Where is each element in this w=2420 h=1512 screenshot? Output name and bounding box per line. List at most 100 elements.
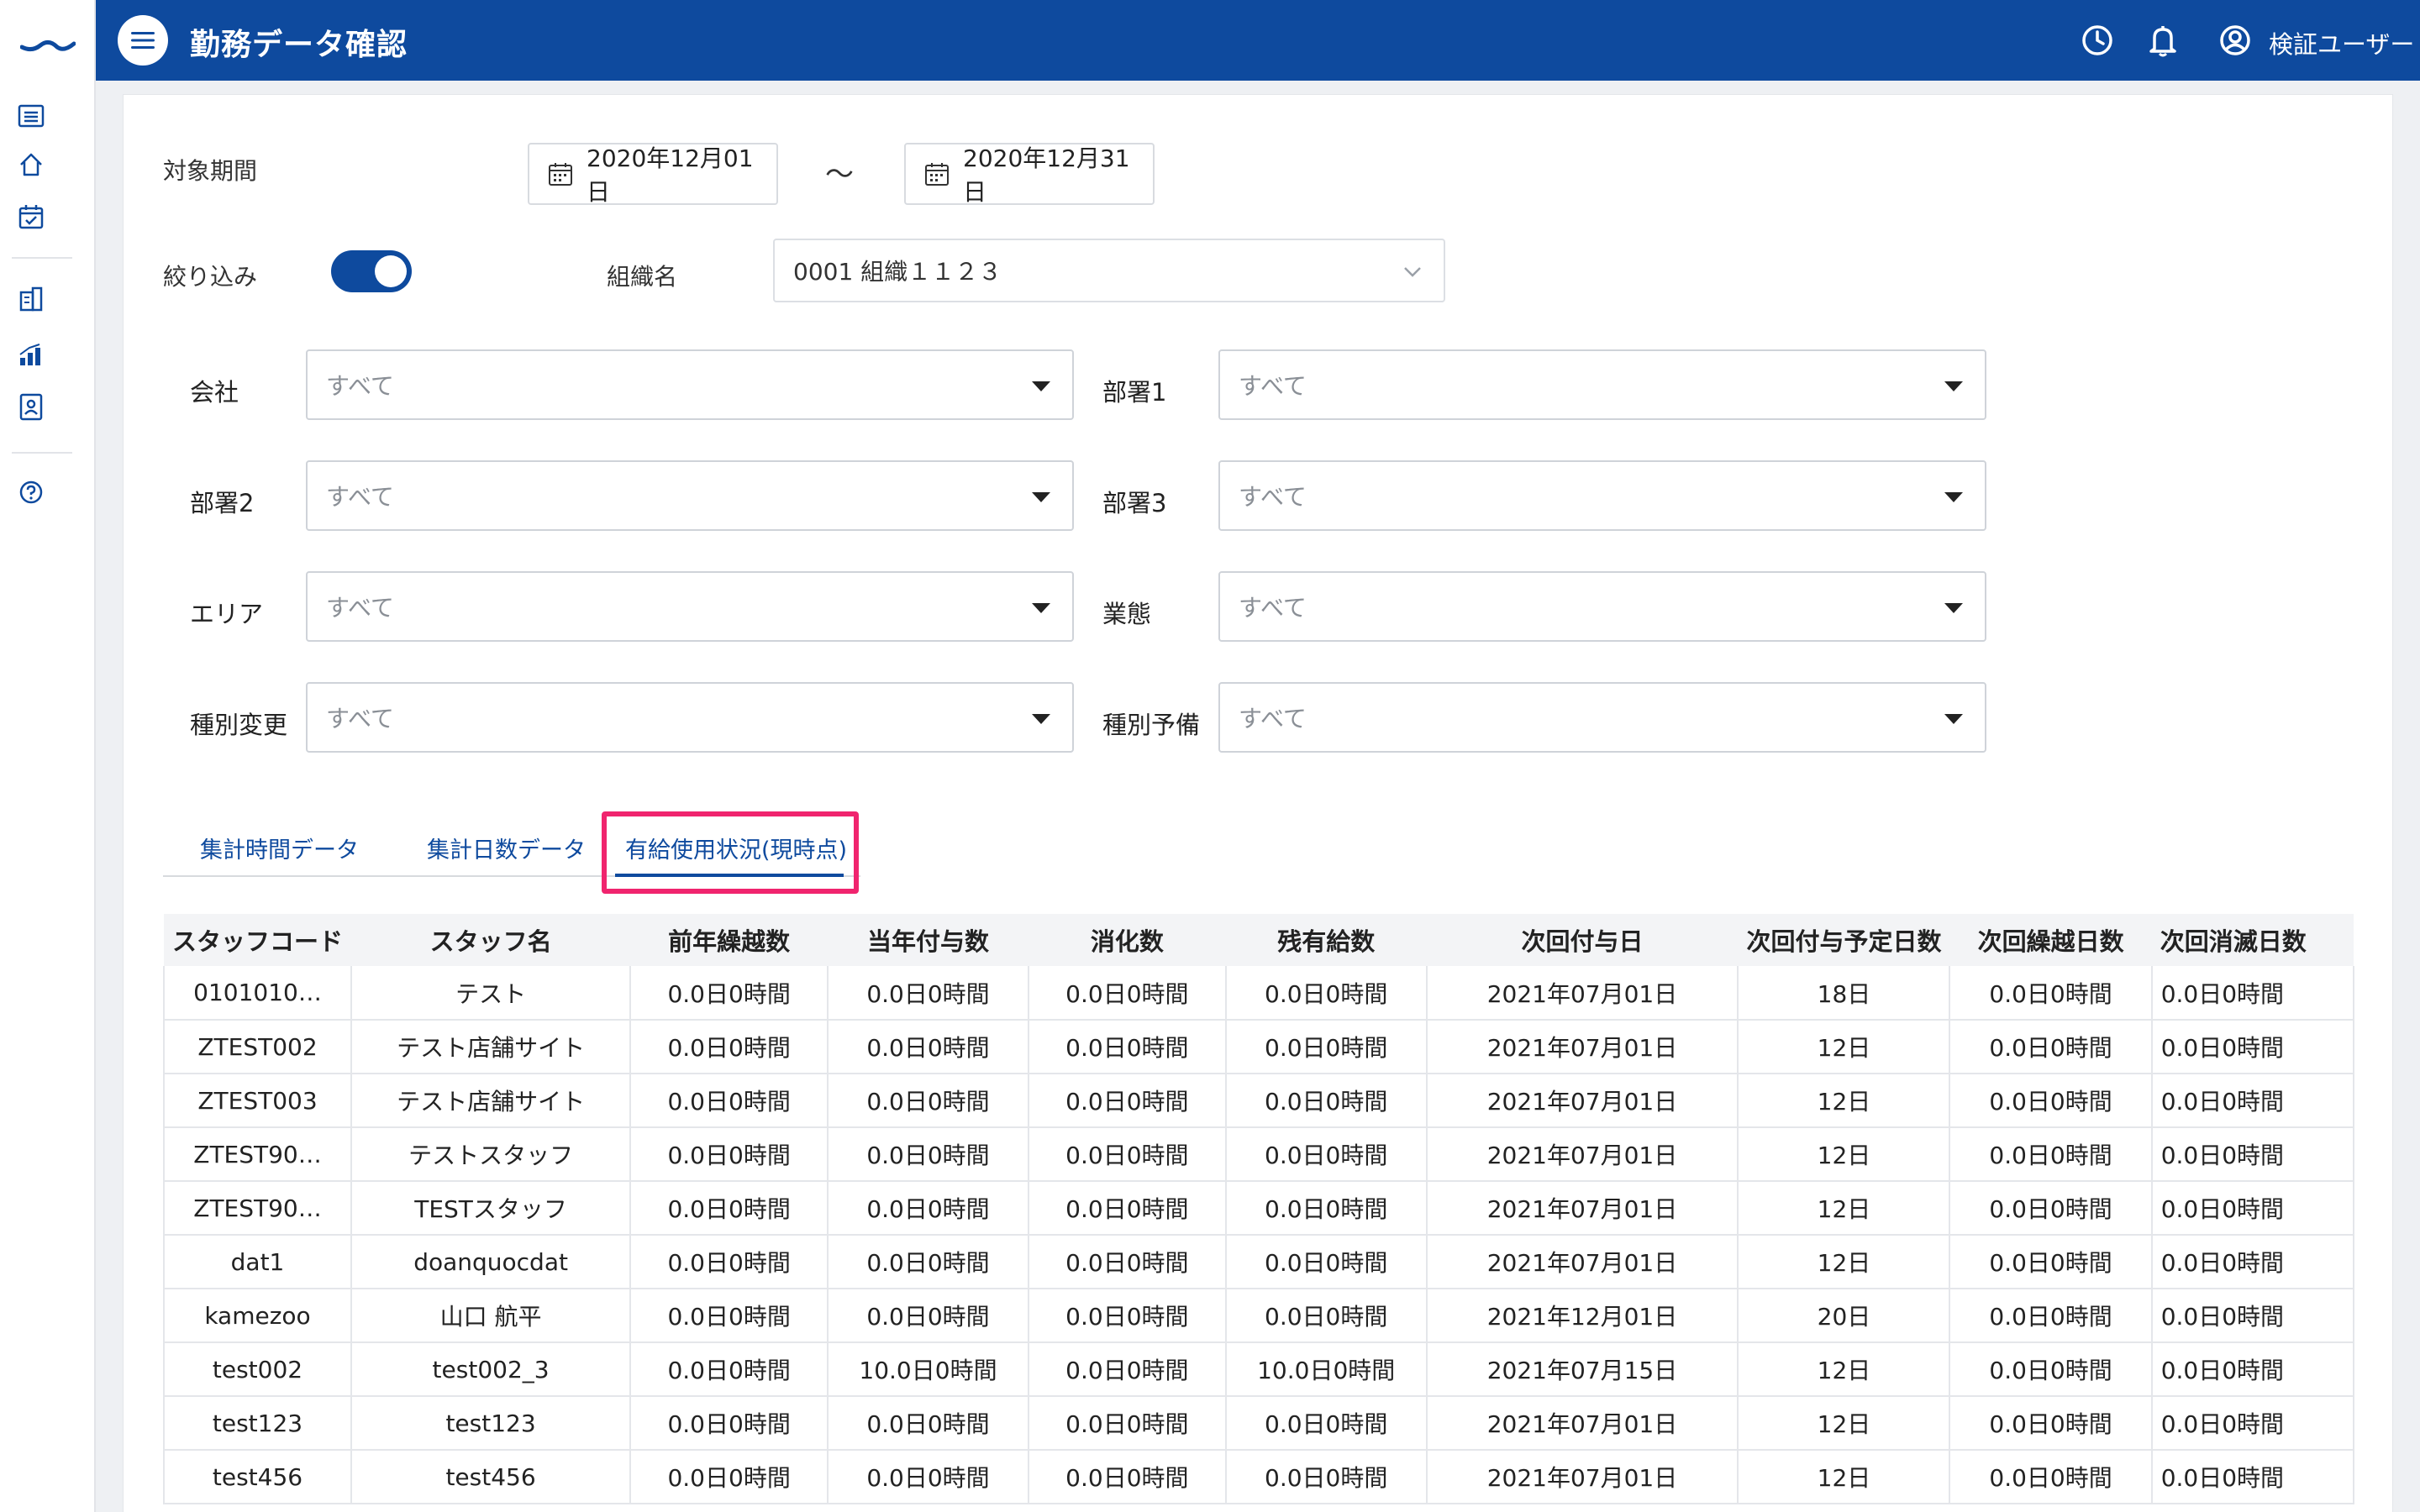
column-header[interactable]: 次回繰越日数 [1949, 914, 2152, 966]
company-select[interactable]: すべて [306, 349, 1074, 420]
menu-button[interactable] [118, 15, 168, 66]
table-cell: 0101010… [163, 966, 353, 1021]
table-cell: 0.0日0時間 [1225, 1289, 1428, 1343]
select-value: すべて [1239, 483, 1307, 511]
chevron-down-icon [1404, 267, 1421, 277]
table-row[interactable]: test002 test002_3 0.0日0時間 10.0日0時間 0.0日0時間 10… [163, 1342, 2354, 1397]
column-header[interactable]: スタッフ名 [351, 914, 631, 966]
user-name[interactable]: 検証ユーザー [2269, 25, 2414, 60]
table-row[interactable]: test123 test123 0.0日0時間 0.0日0時間 0.0日0時間 0.0日0… [163, 1396, 2354, 1451]
table-row[interactable]: ZTEST90… テストスタッフ 0.0日0時間 0.0日0時間 0.0日0時間 0.0日… [163, 1127, 2354, 1182]
table-cell: ZTEST002 [163, 1020, 353, 1074]
table-cell: 0.0日0時間 [1225, 1450, 1428, 1504]
table-cell: 0.0日0時間 [2151, 1450, 2354, 1504]
building-icon[interactable] [14, 282, 48, 316]
help-icon[interactable] [14, 475, 48, 509]
org-select[interactable]: 0001 組織１１２３ [773, 239, 1445, 302]
column-header[interactable]: 当年付与数 [828, 914, 1028, 966]
select-value: すべて [326, 483, 394, 511]
table-cell: 0.0日0時間 [630, 1020, 829, 1074]
table-cell: 0.0日0時間 [828, 1074, 1029, 1128]
table-row[interactable]: dat1 doanquocdat 0.0日0時間 0.0日0時間 0.0日0時間 0.0日… [163, 1235, 2354, 1289]
table-cell: kamezoo [163, 1289, 353, 1343]
column-header[interactable]: 前年繰越数 [630, 914, 829, 966]
table-cell: ZTEST003 [163, 1074, 353, 1128]
table-cell: test123 [351, 1396, 632, 1451]
user-account-icon[interactable] [2217, 22, 2254, 59]
table-cell: 0.0日0時間 [828, 1181, 1029, 1236]
table-row[interactable]: ZTEST90… TESTスタッフ 0.0日0時間 0.0日0時間 0.0日0時間 0.0… [163, 1181, 2354, 1236]
table-cell: 2021年07月01日 [1426, 1181, 1739, 1236]
dept3-select[interactable]: すべて [1218, 460, 1986, 531]
narrow-toggle[interactable] [331, 250, 412, 292]
column-header[interactable]: 残有給数 [1225, 914, 1427, 966]
bar-chart-icon[interactable] [14, 338, 48, 371]
list-icon[interactable] [14, 99, 48, 133]
column-header[interactable]: 次回付与日 [1426, 914, 1739, 966]
table-cell: 0.0日0時間 [828, 1127, 1029, 1182]
table-cell: 0.0日0時間 [1028, 1020, 1227, 1074]
table-row[interactable]: ZTEST002 テスト店舗サイト 0.0日0時間 0.0日0時間 0.0日0時間 0.0… [163, 1020, 2354, 1074]
date-from-picker[interactable]: 2020年12月01日 [528, 143, 778, 206]
tab-aggregate-hours[interactable]: 集計時間データ [200, 832, 359, 864]
table-cell: 12日 [1738, 1181, 1951, 1236]
caret-down-icon [1944, 492, 1963, 502]
bell-icon[interactable] [2144, 22, 2181, 59]
caret-down-icon [1032, 381, 1050, 391]
table-cell: 0.0日0時間 [1028, 966, 1227, 1021]
table-cell: 0.0日0時間 [1949, 1450, 2153, 1504]
table-cell: 2021年07月01日 [1426, 966, 1739, 1021]
table-cell: 0.0日0時間 [1028, 1342, 1227, 1397]
type-reserve-select[interactable]: すべて [1218, 682, 1986, 753]
dept1-select[interactable]: すべて [1218, 349, 1986, 420]
table-cell: 0.0日0時間 [1225, 1396, 1428, 1451]
select-value: すべて [326, 372, 394, 400]
table-cell: dat1 [163, 1235, 353, 1289]
table-cell: 0.0日0時間 [828, 966, 1029, 1021]
table-cell: test456 [351, 1450, 632, 1504]
rail-divider [12, 257, 72, 259]
page-title: 勤務データ確認 [190, 28, 408, 62]
table-cell: 0.0日0時間 [1225, 1235, 1428, 1289]
clock-icon[interactable] [2079, 22, 2116, 59]
home-icon[interactable] [14, 148, 48, 181]
table-cell: 2021年07月01日 [1426, 1396, 1739, 1451]
table-cell: 0.0日0時間 [828, 1235, 1029, 1289]
table-cell: 0.0日0時間 [2151, 1127, 2354, 1182]
type-change-select[interactable]: すべて [306, 682, 1074, 753]
table-row[interactable]: kamezoo 山口 航平 0.0日0時間 0.0日0時間 0.0日0時間 0.0日0時間… [163, 1289, 2354, 1343]
table-cell: test456 [163, 1450, 353, 1504]
table-cell: 0.0日0時間 [1028, 1396, 1227, 1451]
table-cell: 0.0日0時間 [828, 1289, 1029, 1343]
side-rail [0, 0, 96, 1512]
column-header[interactable]: スタッフコード [164, 914, 352, 966]
date-from-value: 2020年12月01日 [587, 144, 754, 206]
table-cell: test123 [163, 1396, 353, 1451]
table-cell: 0.0日0時間 [630, 1396, 829, 1451]
leave-table: スタッフコード スタッフ名 前年繰越数 当年付与数 消化数 残有給数 次回付与日… [163, 914, 2354, 1512]
table-cell: 0.0日0時間 [1028, 1181, 1227, 1236]
column-header[interactable]: 次回付与予定日数 [1738, 914, 1950, 966]
calendar-check-icon[interactable] [14, 200, 48, 234]
table-cell: 0.0日0時間 [1225, 1181, 1428, 1236]
table-cell: 0.0日0時間 [1949, 1074, 2153, 1128]
table-cell: 0.0日0時間 [1949, 1342, 2153, 1397]
tab-aggregate-days[interactable]: 集計日数データ [427, 832, 586, 864]
table-row[interactable]: ZTEST003 テスト店舗サイト 0.0日0時間 0.0日0時間 0.0日0時間 0.0… [163, 1074, 2354, 1128]
id-badge-icon[interactable] [14, 390, 48, 423]
table-cell: 2021年07月01日 [1426, 1450, 1739, 1504]
column-header[interactable]: 消化数 [1028, 914, 1226, 966]
period-label: 対象期間 [163, 157, 258, 185]
business-type-select[interactable]: すべて [1218, 571, 1986, 642]
area-select[interactable]: すべて [306, 571, 1074, 642]
date-to-picker[interactable]: 2020年12月31日 [904, 143, 1155, 206]
dept2-select[interactable]: すべて [306, 460, 1074, 531]
table-cell: 12日 [1738, 1074, 1951, 1128]
table-cell: 0.0日0時間 [1949, 1181, 2153, 1236]
table-cell: 0.0日0時間 [1949, 1020, 2153, 1074]
column-header[interactable]: 次回消滅日数 [2151, 914, 2354, 966]
table-row[interactable]: test456 test456 0.0日0時間 0.0日0時間 0.0日0時間 0.0日0… [163, 1450, 2354, 1504]
caret-down-icon [1032, 492, 1050, 502]
table-row[interactable]: 0101010… テスト 0.0日0時間 0.0日0時間 0.0日0時間 0.0日0時間 2… [163, 966, 2354, 1021]
table-cell: 0.0日0時間 [828, 1450, 1029, 1504]
